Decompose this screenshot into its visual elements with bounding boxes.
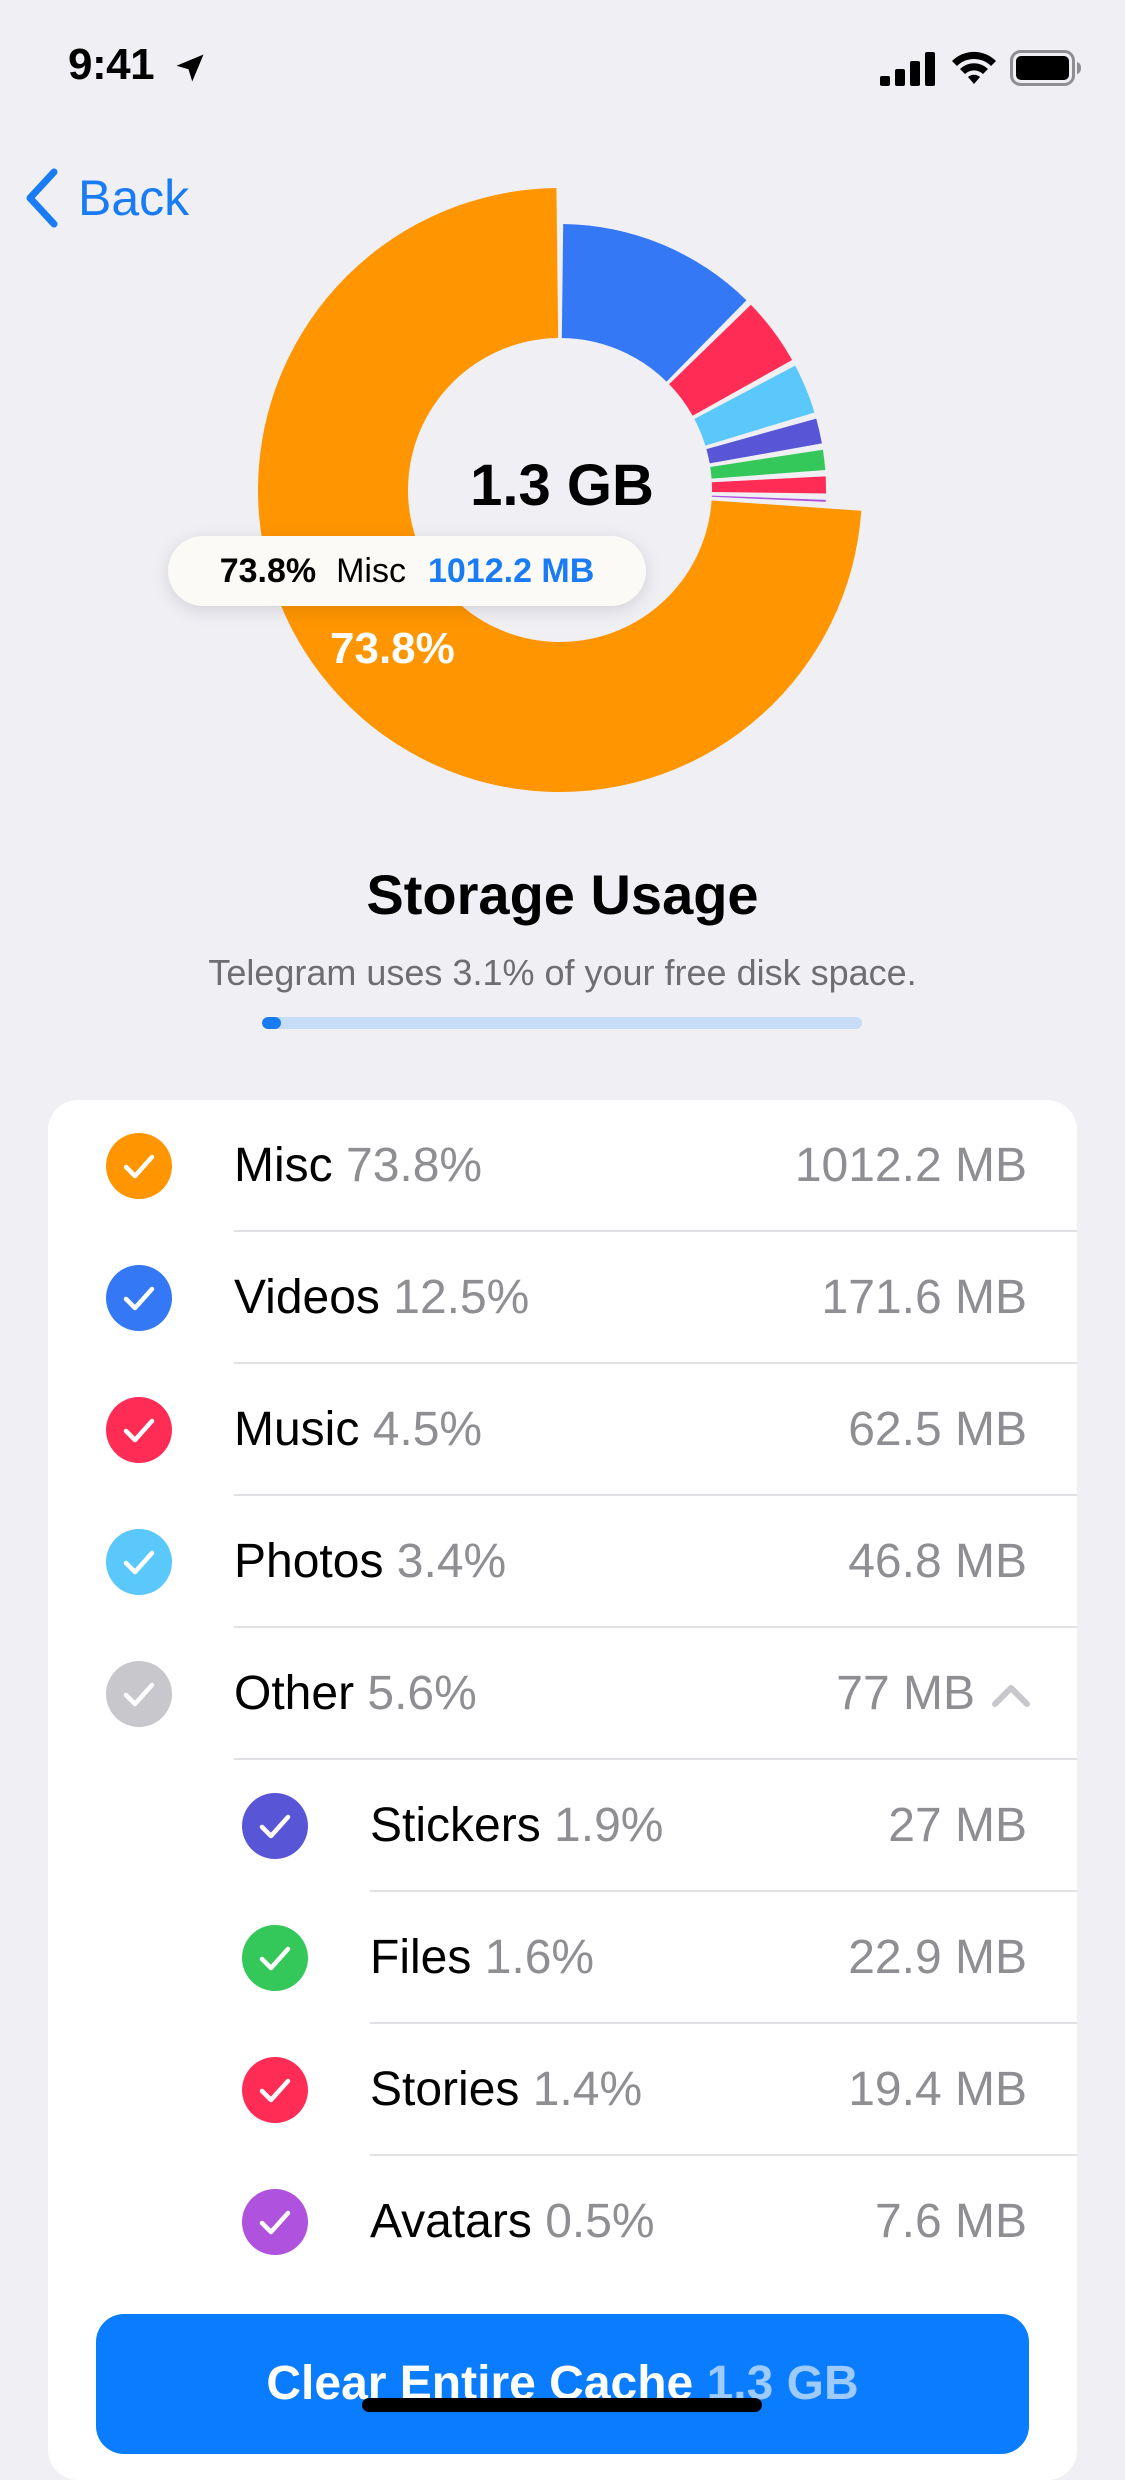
item-percent: 3.4% <box>396 1535 507 1588</box>
item-size: 19.4 MB <box>848 2063 1027 2116</box>
item-size: 7.6 MB <box>874 2195 1027 2248</box>
item-name: Music <box>234 1403 360 1456</box>
item-name: Stickers <box>370 1799 541 1852</box>
donut-svg <box>257 188 862 792</box>
item-percent: 4.5% <box>372 1403 483 1456</box>
item-percent: 1.4% <box>532 2063 643 2116</box>
item-name: Misc <box>234 1139 333 1192</box>
tooltip-label: Misc <box>336 551 406 590</box>
tooltip-percent: 73.8% <box>219 551 317 590</box>
slice-stories[interactable] <box>711 476 826 494</box>
item-size: 77 MB <box>836 1667 975 1720</box>
checkmark-icon <box>242 1793 308 1859</box>
total-size: 1.3 GB <box>470 453 654 518</box>
checkbox[interactable] <box>242 2189 308 2255</box>
disk-usage-bar <box>262 1017 862 1029</box>
slice-avatars[interactable] <box>711 495 826 502</box>
item-size: 22.9 MB <box>848 1931 1027 1984</box>
item-name: Stories <box>370 2063 520 2116</box>
list-item-avatars[interactable]: Avatars 0.5% 7.6 MB <box>48 2156 1077 2288</box>
checkbox[interactable] <box>106 1397 172 1463</box>
item-percent: 5.6% <box>367 1667 477 1720</box>
checkbox[interactable] <box>242 2057 308 2123</box>
list-item-videos[interactable]: Videos 12.5% 171.6 MB <box>48 1232 1077 1364</box>
item-size: 27 MB <box>888 1799 1027 1852</box>
checkmark-icon <box>106 1661 172 1727</box>
home-indicator <box>362 2398 762 2412</box>
chart-tooltip: 73.8% Misc 1012.2 MB <box>168 536 646 606</box>
storage-subtitle: Telegram uses 3.1% of your free disk spa… <box>208 952 917 993</box>
list-item-stickers[interactable]: Stickers 1.9% 27 MB <box>48 1760 1077 1892</box>
storage-donut-chart: 1.3 GB 73.8% 73.8% Misc 1012.2 MB <box>0 0 1125 820</box>
checkbox[interactable] <box>106 1265 172 1331</box>
checkmark-icon <box>242 2189 308 2255</box>
item-size: 1012.2 MB <box>794 1139 1027 1192</box>
item-size: 62.5 MB <box>848 1403 1027 1456</box>
list-item-music[interactable]: Music 4.5% 62.5 MB <box>48 1364 1077 1496</box>
list-item-stories[interactable]: Stories 1.4% 19.4 MB <box>48 2024 1077 2156</box>
chevron-up-icon[interactable] <box>989 1674 1033 1714</box>
checkbox[interactable] <box>106 1133 172 1199</box>
checkbox[interactable] <box>106 1529 172 1595</box>
checkbox[interactable] <box>106 1661 172 1727</box>
page-title: Storage Usage <box>366 863 759 926</box>
checkmark-icon <box>106 1133 172 1199</box>
item-name: Avatars <box>370 2195 532 2248</box>
storage-list: Misc 73.8% 1012.2 MB Videos 12.5% 171.6 … <box>48 1100 1077 2480</box>
checkmark-icon <box>242 1925 308 1991</box>
checkmark-icon <box>106 1397 172 1463</box>
item-percent: 1.9% <box>554 1799 664 1852</box>
checkmark-icon <box>106 1529 172 1595</box>
clear-cache-button[interactable]: Clear Entire Cache 1.3 GB <box>96 2314 1029 2454</box>
item-percent: 12.5% <box>393 1271 530 1324</box>
checkbox[interactable] <box>242 1793 308 1859</box>
item-name: Files <box>370 1931 472 1984</box>
checkmark-icon <box>242 2057 308 2123</box>
slice-percent-label: 73.8% <box>330 624 455 673</box>
list-item-photos[interactable]: Photos 3.4% 46.8 MB <box>48 1496 1077 1628</box>
item-size: 171.6 MB <box>821 1271 1027 1324</box>
list-item-files[interactable]: Files 1.6% 22.9 MB <box>48 1892 1077 2024</box>
item-name: Photos <box>234 1535 384 1588</box>
tooltip-size: 1012.2 MB <box>427 551 595 590</box>
item-percent: 1.6% <box>484 1931 595 1984</box>
item-name: Other <box>234 1667 355 1720</box>
item-percent: 73.8% <box>346 1139 483 1192</box>
list-item-misc[interactable]: Misc 73.8% 1012.2 MB <box>48 1100 1077 1232</box>
item-size: 46.8 MB <box>848 1535 1027 1588</box>
checkbox[interactable] <box>242 1925 308 1991</box>
disk-usage-bar-fill <box>262 1017 281 1029</box>
item-name: Videos <box>234 1271 380 1324</box>
checkmark-icon <box>106 1265 172 1331</box>
item-percent: 0.5% <box>545 2195 655 2248</box>
list-item-other[interactable]: Other 5.6% 77 MB <box>48 1628 1077 1760</box>
